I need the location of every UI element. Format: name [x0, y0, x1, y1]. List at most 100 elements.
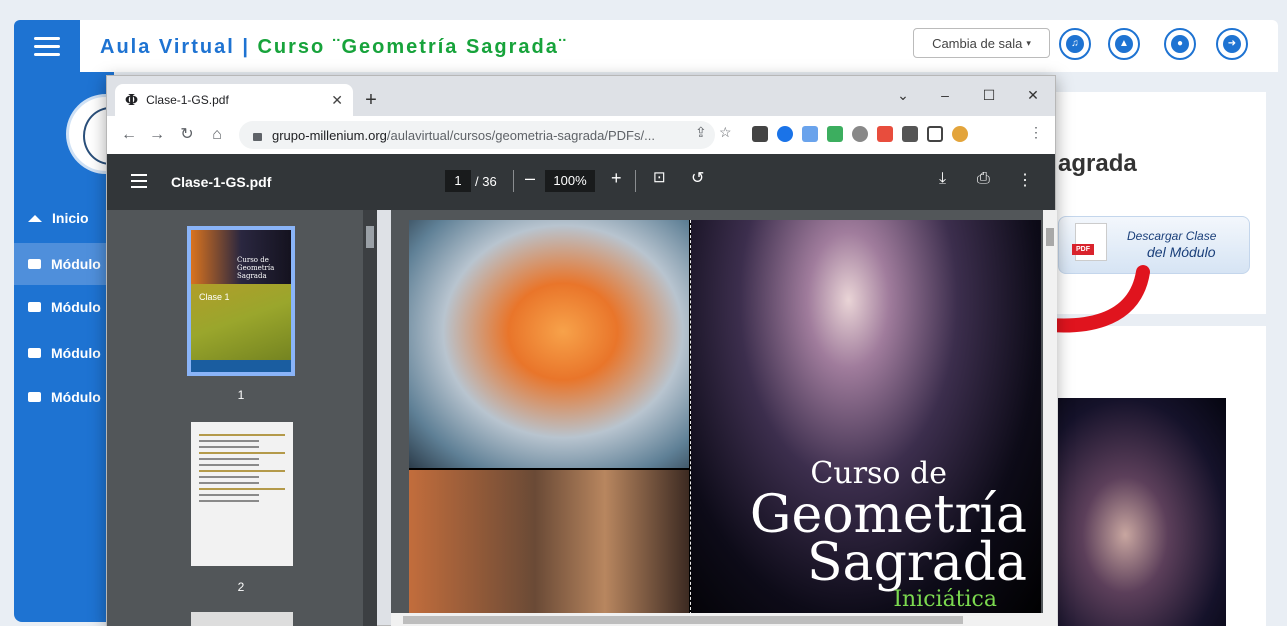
pdf-more-menu-icon[interactable]: ⋮	[1017, 170, 1033, 190]
sidebar-item-inicio[interactable]: Inicio	[14, 197, 114, 239]
music-button[interactable]: ♫	[1059, 28, 1091, 60]
scrollbar-thumb[interactable]	[366, 226, 374, 248]
bookmark-star-icon[interactable]: ☆	[719, 124, 732, 141]
profile-button[interactable]: ●	[1164, 28, 1196, 60]
reload-button[interactable]: ↻	[175, 123, 199, 147]
adblock-extension-icon[interactable]	[852, 126, 868, 142]
folder-icon	[28, 392, 41, 402]
thumbnail-pane: Curso de Geometría Sagrada Clase 1 1 2	[107, 210, 377, 626]
pdf-page-1: Curso de Geometría Sagrada Iniciática	[409, 220, 1041, 620]
home-icon	[28, 214, 42, 222]
phi-favicon-icon: Φ	[125, 91, 139, 109]
browser-window: Φ Clase-1-GS.pdf ✕ + ⌄ – ☐ ✕ ← → ↻ ⌂ gru…	[106, 75, 1057, 626]
print-button[interactable]: ⎙	[977, 170, 990, 188]
toolbar-divider	[513, 170, 514, 192]
address-bar[interactable]: grupo-millenium.org/aulavirtual/cursos/g…	[239, 121, 715, 149]
thumbnail-line	[199, 494, 260, 496]
thumbnail-line	[199, 464, 260, 466]
thumbnail-scrollbar[interactable]	[363, 210, 377, 626]
tab-strip: Φ Clase-1-GS.pdf ✕ + ⌄ – ☐ ✕	[107, 76, 1055, 116]
url-host: grupo-millenium.org	[272, 127, 387, 143]
folder-open-icon	[28, 259, 41, 269]
extensions-puzzle-icon[interactable]	[902, 126, 918, 142]
page-number-input[interactable]: 1	[445, 170, 471, 192]
graduation-cap-icon: ▲	[1115, 35, 1133, 53]
thumbnail-number: 1	[237, 388, 245, 402]
room-select[interactable]: Cambia de sala ▾	[913, 28, 1050, 58]
profile-avatar[interactable]	[952, 126, 968, 142]
thumbnail-number: 2	[237, 580, 245, 594]
pdf-page-pane: Curso de Geometría Sagrada Iniciática	[391, 210, 1057, 626]
pdf-sidebar-toggle-button[interactable]	[131, 174, 147, 188]
tab-title: Clase-1-GS.pdf	[146, 93, 229, 107]
sidebar-item-label: Módulo	[51, 345, 101, 361]
minimize-button[interactable]: –	[925, 82, 965, 108]
caret-down-icon: ▾	[1026, 37, 1031, 48]
home-button[interactable]: ⌂	[205, 123, 229, 147]
forward-button[interactable]: →	[145, 123, 169, 147]
page-total: / 36	[475, 174, 497, 189]
thumbnail-class-label: Clase 1	[199, 292, 230, 302]
cover-embryo-image	[409, 220, 689, 468]
browser-tab[interactable]: Φ Clase-1-GS.pdf ✕	[115, 84, 353, 116]
cover-line2: Geometría	[749, 485, 1027, 545]
extension-icon[interactable]	[877, 126, 893, 142]
zoom-input[interactable]: 100%	[545, 170, 595, 192]
new-tab-button[interactable]: +	[357, 86, 385, 114]
download-button[interactable]: ⤓	[939, 170, 946, 188]
browser-toolbar: ← → ↻ ⌂ grupo-millenium.org/aulavirtual/…	[107, 116, 1055, 154]
thumbnail-page-2[interactable]	[191, 422, 293, 566]
browser-menu-icon[interactable]: ⋮	[1029, 124, 1043, 141]
sidebar-item-label: Módulo	[51, 256, 101, 272]
thumbnail-cover-title: Curso de Geometría Sagrada	[237, 256, 275, 280]
sidebar-item-label: Inicio	[52, 210, 89, 226]
thumbnail-line	[199, 440, 260, 442]
maximize-button[interactable]: ☐	[969, 82, 1009, 108]
close-window-button[interactable]: ✕	[1013, 82, 1053, 108]
side-panel-icon[interactable]	[927, 126, 943, 142]
sidebar-item-modulo-3[interactable]: Módulo	[14, 332, 114, 374]
menu-toggle-button[interactable]	[14, 20, 80, 72]
fit-page-button[interactable]: ⊡	[653, 168, 666, 186]
tab-close-icon[interactable]: ✕	[331, 92, 343, 109]
extension-icon[interactable]	[827, 126, 843, 142]
sidebar-item-modulo-1[interactable]: Módulo	[14, 243, 114, 285]
translate-extension-icon[interactable]	[802, 126, 818, 142]
zoom-in-button[interactable]: +	[611, 168, 622, 189]
module-image	[1058, 398, 1226, 626]
thumbnail-line	[199, 488, 285, 490]
scrollbar-thumb[interactable]	[403, 616, 963, 624]
site-title-prefix: Aula Virtual |	[100, 36, 258, 58]
tab-search-button[interactable]: ⌄	[883, 82, 923, 108]
thumbnail-footer	[191, 360, 291, 372]
sidebar-item-modulo-2[interactable]: Módulo	[14, 286, 114, 328]
pdf-file-icon	[1072, 223, 1107, 261]
page-vertical-scrollbar[interactable]	[1043, 210, 1057, 626]
page-horizontal-scrollbar[interactable]	[391, 613, 1043, 626]
sidebar: Inicio Módulo Módulo Módulo Módulo	[14, 72, 146, 622]
extension-icon[interactable]	[777, 126, 793, 142]
folder-icon	[28, 348, 41, 358]
back-button[interactable]: ←	[117, 123, 141, 147]
thumbnail-page-1[interactable]: Curso de Geometría Sagrada Clase 1	[187, 226, 295, 376]
sidebar-item-modulo-4[interactable]: Módulo	[14, 376, 114, 418]
logout-button[interactable]: ➜	[1216, 28, 1248, 60]
module-title: agrada	[1058, 150, 1137, 177]
scrollbar-thumb[interactable]	[1046, 228, 1054, 246]
site-title-course: Curso ¨Geometría Sagrada¨	[257, 36, 568, 58]
courses-button[interactable]: ▲	[1108, 28, 1140, 60]
rotate-button[interactable]: ↺	[691, 168, 704, 188]
pdf-filename: Clase-1-GS.pdf	[171, 174, 272, 190]
hamburger-icon	[131, 180, 147, 182]
thumbnail-page-3[interactable]	[191, 612, 293, 626]
thumbnail-line	[199, 458, 260, 460]
zoom-out-button[interactable]: –	[525, 168, 535, 189]
thumbnail-line	[199, 482, 260, 484]
lock-icon	[253, 133, 262, 141]
site-title: Aula Virtual | Curso ¨Geometría Sagrada¨	[100, 36, 568, 59]
cover-title: Curso de Geometría Sagrada Iniciática	[691, 456, 1027, 612]
share-icon[interactable]: ⇪	[695, 124, 707, 141]
gmail-extension-icon[interactable]	[752, 126, 768, 142]
hamburger-icon	[131, 186, 147, 188]
pdf-toolbar: Clase-1-GS.pdf 1 / 36 – 100% + ⊡ ↺ ⤓ ⎙ ⋮	[107, 154, 1055, 210]
